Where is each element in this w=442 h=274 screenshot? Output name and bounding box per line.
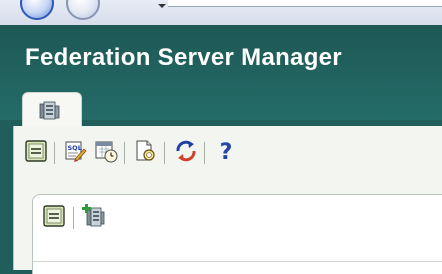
app-title: Federation Server Manager [25, 44, 342, 71]
collapse-icon [25, 139, 47, 167]
add-server-icon [82, 203, 106, 233]
toolbar-separator [73, 207, 74, 229]
schedule-button[interactable] [93, 140, 119, 166]
toolbar-separator [124, 142, 125, 164]
collapse-panel-button[interactable] [23, 139, 49, 167]
main-content: SQL ? [13, 126, 442, 274]
panel-divider [33, 261, 442, 262]
help-icon: ? [219, 140, 233, 165]
panel-collapse-button[interactable] [41, 204, 67, 232]
add-server-button[interactable] [81, 203, 107, 233]
refresh-icon [174, 139, 198, 168]
refresh-button[interactable] [173, 140, 199, 166]
main-toolbar: SQL ? [14, 138, 442, 168]
server-icon [39, 101, 61, 126]
toolbar-separator [204, 142, 205, 164]
help-button[interactable]: ? [213, 140, 239, 166]
browser-toolbar [0, 0, 442, 25]
tab-server[interactable] [22, 92, 82, 127]
toolbar-separator [54, 142, 55, 164]
toolbar-separator [164, 142, 165, 164]
calendar-clock-icon [94, 139, 118, 168]
content-panel [32, 194, 442, 274]
forward-button[interactable] [66, 0, 100, 20]
address-bar[interactable] [168, 0, 442, 7]
view-log-button[interactable] [133, 140, 159, 166]
document-search-icon [134, 139, 158, 168]
svg-text:SQL: SQL [68, 144, 82, 152]
sql-button[interactable]: SQL [63, 140, 89, 166]
chevron-down-icon[interactable] [158, 4, 166, 8]
back-button[interactable] [20, 0, 54, 20]
collapse-icon [43, 204, 65, 232]
sql-icon: SQL [64, 139, 88, 168]
